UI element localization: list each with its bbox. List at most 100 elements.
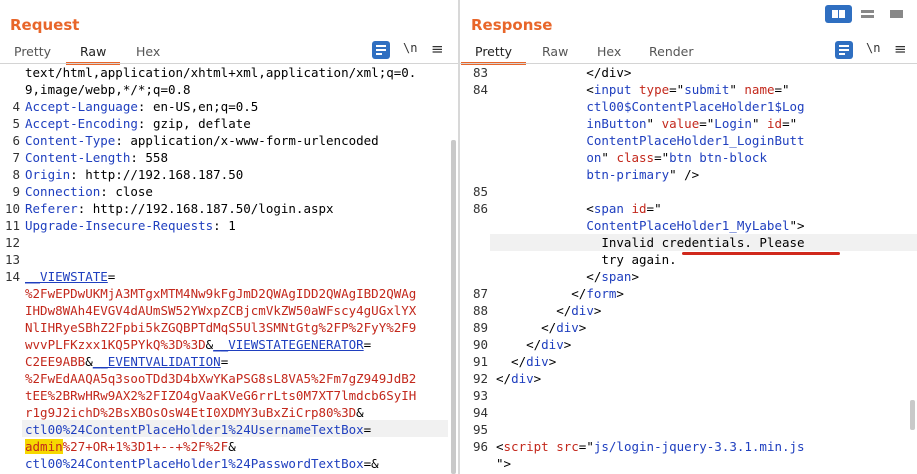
code-token: input [593,82,632,97]
code-token: " [601,150,617,165]
code-token: = [220,354,229,369]
response-tab-pretty[interactable]: Pretty [460,44,527,65]
code-token: ctl00%24ContentPlaceHolder1%24UsernameTe… [25,422,364,437]
layout-top-bottom-icon[interactable] [854,5,881,23]
code-token: =" [669,82,685,97]
code-token: div [526,354,549,369]
code-token: =" [646,201,662,216]
code-token: " [751,116,767,131]
menu-icon[interactable]: ≡ [431,41,444,59]
code-token: __VIEWSTATEGENERATOR [213,337,364,352]
code-token: Invalid credentials. Please [496,235,805,250]
wrap-lines-icon[interactable] [835,41,853,59]
response-editor[interactable]: 83 </div> 84 <input type="submit" name=" … [460,64,917,474]
line-number: 4 [12,99,20,114]
response-scrollbar[interactable] [910,400,915,430]
newline-toggle-icon[interactable]: \n [403,41,417,59]
code-token: js/login-jquery-3.3.1.min.js [593,439,805,454]
code-token: id [631,201,647,216]
line-number: 93 [472,388,488,403]
code-token: " [646,116,662,131]
code-token: < [496,201,594,216]
request-editor[interactable]: text/html,application/xhtml+xml,applicat… [0,64,458,474]
code-line: text/html,application/xhtml+xml,applicat… [25,64,416,81]
code-line: </div> [496,319,586,336]
code-token: ContentPlaceHolder1_LoginButt [586,133,805,148]
code-line: %2FwEdAAQA5q3sooTDd3D4bXwYKaPSG8sL8VA5%2… [25,370,416,387]
code-token: " /> [669,167,700,182]
code-line: ContentPlaceHolder1_MyLabel"> [496,217,804,234]
code-token: =" [654,150,670,165]
code-token: : 1 [213,218,236,233]
code-token: span [601,269,632,284]
code-token: Origin [25,167,71,182]
code-line: wvvPLFKzxx1KQ5PYkQ%3D%3D&__VIEWSTATEGENE… [25,336,371,353]
code-token: Accept-Language [25,99,138,114]
line-number: 11 [4,218,20,233]
code-token: Connection [25,184,101,199]
code-line: ctl00%24ContentPlaceHolder1%24UsernameTe… [25,421,371,438]
line-number: 7 [12,150,20,165]
code-token: "> [496,456,512,471]
response-tab-hex[interactable]: Hex [597,44,621,59]
code-token: submit [684,82,730,97]
annotation-underline [682,252,840,255]
line-number: 86 [472,201,488,216]
code-token: =" [699,116,715,131]
code-token: NlIHRyeSBhZ2Fpbi5kZGQBPTdMqS5Ul3SMNtGtg%… [25,320,417,335]
code-line: __VIEWSTATE= [25,268,115,285]
code-token: btn-primary [586,167,670,182]
code-token: > [616,286,624,301]
code-line: %2FwEPDwUKMjA3MTgxMTM4Nw9kFgJmD2QWAgIDD2… [25,285,416,302]
line-number: 12 [4,235,20,250]
request-title: Request [10,16,80,34]
code-line: <span id=" [496,200,662,217]
line-number: 87 [472,286,488,301]
code-line: on" class="btn btn-block [496,149,767,166]
code-line: <script src="js/login-jquery-3.3.1.min.j… [496,438,805,455]
code-token: div [511,371,534,386]
line-number: 84 [472,82,488,97]
line-number: 5 [12,116,20,131]
wrap-lines-icon[interactable] [372,41,390,59]
code-token: : gzip, deflate [137,116,251,131]
code-token: admin [25,439,63,454]
code-token: C2EE9ABB [25,354,86,369]
request-tab-pretty[interactable]: Pretty [14,44,51,59]
code-token: Upgrade-Insecure-Requests [25,218,214,233]
layout-side-by-side-icon[interactable] [825,5,852,23]
response-tab-render[interactable]: Render [649,44,694,59]
code-line: inButton" value="Login" id=" [496,115,797,132]
line-number: 14 [4,269,20,284]
response-title: Response [471,16,553,34]
newline-toggle-icon[interactable]: \n [866,41,880,59]
layout-tabs-icon[interactable] [883,5,910,23]
code-token: </ [496,354,527,369]
code-line: ContentPlaceHolder1_LoginButt [496,132,805,149]
code-line: ctl00$ContentPlaceHolder1$Log [496,98,804,115]
code-token: = [107,269,116,284]
code-token: span [593,201,624,216]
request-tab-hex[interactable]: Hex [136,44,160,59]
code-line: </div> [496,370,541,387]
response-tab-raw[interactable]: Raw [542,44,568,59]
code-token: %27+OR+1%3D1+--+%2F%2F [62,439,229,454]
code-token: > [578,320,587,335]
code-token: </ [496,371,512,386]
code-line: Connection: close [25,183,153,200]
request-tab-raw[interactable]: Raw [65,44,121,65]
request-scrollbar[interactable] [451,140,456,474]
code-token: =" [774,82,790,97]
code-token: class [616,150,655,165]
code-token: src [556,439,579,454]
code-token: id [767,116,783,131]
code-token: Login [714,116,752,131]
code-token: Content-Length [25,150,131,165]
code-token: IHDw8WAh4EVGV4dAUmSW52YWxpZCBjcmVkZW50aW… [25,303,417,318]
menu-icon[interactable]: ≡ [894,41,907,59]
